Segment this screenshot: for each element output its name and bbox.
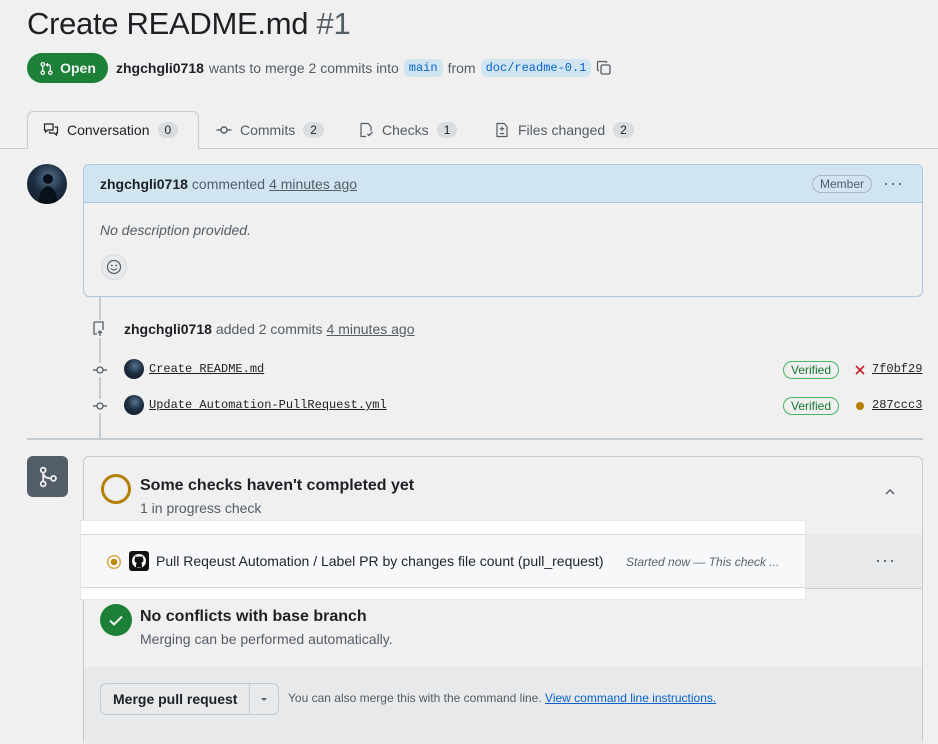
merge-footer: Merge pull request You can also merge th… [84, 667, 922, 744]
github-logo-icon [129, 551, 149, 571]
event-action: added 2 commits [215, 321, 323, 337]
commit-sha-link[interactable]: 287ccc3 [872, 398, 922, 412]
tab-label: Conversation [67, 122, 150, 138]
pr-number: #1 [316, 6, 351, 41]
commit-message-link[interactable]: Create README.md [149, 362, 264, 376]
tab-commits[interactable]: Commits 2 [216, 111, 324, 149]
comment-discussion-icon [43, 123, 59, 137]
git-commit-icon [93, 363, 107, 377]
comment-author-avatar[interactable] [27, 164, 67, 204]
command-line-instructions-link[interactable]: View command line instructions. [545, 691, 716, 705]
tab-files-changed[interactable]: Files changed 2 [494, 111, 634, 149]
pending-ring-icon [101, 474, 131, 504]
check-run-name[interactable]: Pull Reqeust Automation / Label PR by ch… [156, 553, 604, 569]
pr-author-link[interactable]: zhgchgli0718 [116, 60, 204, 76]
pr-merge-text: wants to merge 2 commits into [208, 60, 399, 76]
merge-pull-request-button[interactable]: Merge pull request [101, 684, 251, 714]
commit-sha-link[interactable]: 7f0bf29 [872, 362, 922, 376]
comment-author[interactable]: zhgchgli0718 [100, 176, 188, 192]
pr-title: Create README.md #1 [27, 6, 351, 42]
event-author[interactable]: zhgchgli0718 [124, 321, 212, 337]
merge-status-icon-box [27, 456, 68, 497]
verified-badge[interactable]: Verified [783, 397, 840, 415]
commit-author-avatar[interactable] [124, 359, 144, 379]
git-commit-icon [216, 126, 232, 134]
pr-state-label: Open [60, 60, 96, 76]
event-timestamp[interactable]: 4 minutes ago [327, 321, 415, 337]
merge-method-dropdown[interactable] [250, 684, 278, 714]
tab-counter: 0 [157, 122, 179, 138]
git-merge-icon [39, 466, 57, 487]
smiley-icon [106, 259, 122, 275]
tab-counter: 2 [303, 122, 324, 138]
tab-checks[interactable]: Checks 1 [358, 111, 458, 149]
verified-badge[interactable]: Verified [783, 361, 840, 379]
conflicts-subtitle: Merging can be performed automatically. [140, 631, 393, 647]
comment-header: zhgchgli0718 commented 4 minutes ago Mem… [84, 165, 922, 203]
in-progress-dot-icon [106, 554, 122, 570]
git-pull-request-icon [40, 61, 53, 75]
commit-author-avatar[interactable] [124, 395, 144, 415]
checks-status-title: Some checks haven't completed yet [140, 477, 415, 494]
tab-counter: 2 [613, 122, 634, 138]
merge-hint: You can also merge this with the command… [288, 691, 716, 705]
file-diff-icon [496, 122, 508, 138]
comment-action: commented [191, 175, 266, 192]
add-reaction-button[interactable] [101, 254, 127, 280]
pr-state-badge: Open [27, 53, 108, 83]
commits-event: zhgchgli0718 added 2 commits 4 minutes a… [124, 321, 414, 337]
checklist-icon [360, 122, 373, 138]
highlighted-check-run: Pull Reqeust Automation / Label PR by ch… [81, 521, 805, 599]
repo-push-icon [91, 320, 107, 338]
conflicts-title: No conflicts with base branch [140, 608, 367, 625]
member-badge: Member [811, 175, 872, 193]
tab-counter: 1 [436, 122, 458, 138]
pending-dot-icon[interactable] [855, 401, 865, 411]
check-run-status: Started now — This check ... [626, 555, 780, 569]
chevron-up-icon[interactable] [883, 485, 897, 499]
commit-message-link[interactable]: Update Automation-PullRequest.yml [149, 398, 387, 412]
tab-label: Files changed [518, 122, 606, 138]
git-commit-icon [93, 399, 107, 413]
checks-status-subtitle: 1 in progress check [140, 500, 262, 516]
pr-from-text: from [447, 60, 476, 76]
comment-timestamp[interactable]: 4 minutes ago [269, 176, 357, 192]
pr-meta: zhgchgli0718 wants to merge 2 commits in… [116, 59, 612, 77]
check-circle-fill-icon [100, 604, 132, 636]
comment-options-icon[interactable]: ··· [883, 173, 904, 194]
merge-box: Some checks haven't completed yet 1 in p… [83, 456, 923, 744]
comment-body: No description provided. [100, 222, 251, 238]
triangle-down-icon [261, 698, 268, 701]
tab-conversation[interactable]: Conversation 0 [27, 111, 199, 149]
check-run-row[interactable]: Pull Reqeust Automation / Label PR by ch… [81, 534, 805, 588]
copy-icon[interactable] [596, 60, 612, 76]
check-options-icon[interactable]: ··· [875, 550, 896, 571]
tab-label: Checks [382, 122, 429, 138]
head-branch[interactable]: doc/readme-0.1 [480, 59, 592, 77]
base-branch[interactable]: main [403, 59, 443, 77]
merge-hint-text: You can also merge this with the command… [288, 691, 542, 705]
merge-button-group: Merge pull request [100, 683, 280, 715]
person-silhouette-icon [38, 174, 58, 204]
timeline-end-separator [27, 438, 923, 440]
x-fail-icon[interactable] [854, 364, 866, 376]
tab-label: Commits [240, 122, 296, 138]
comment-card: zhgchgli0718 commented 4 minutes ago Mem… [83, 164, 923, 297]
pr-title-text: Create README.md [27, 6, 309, 41]
